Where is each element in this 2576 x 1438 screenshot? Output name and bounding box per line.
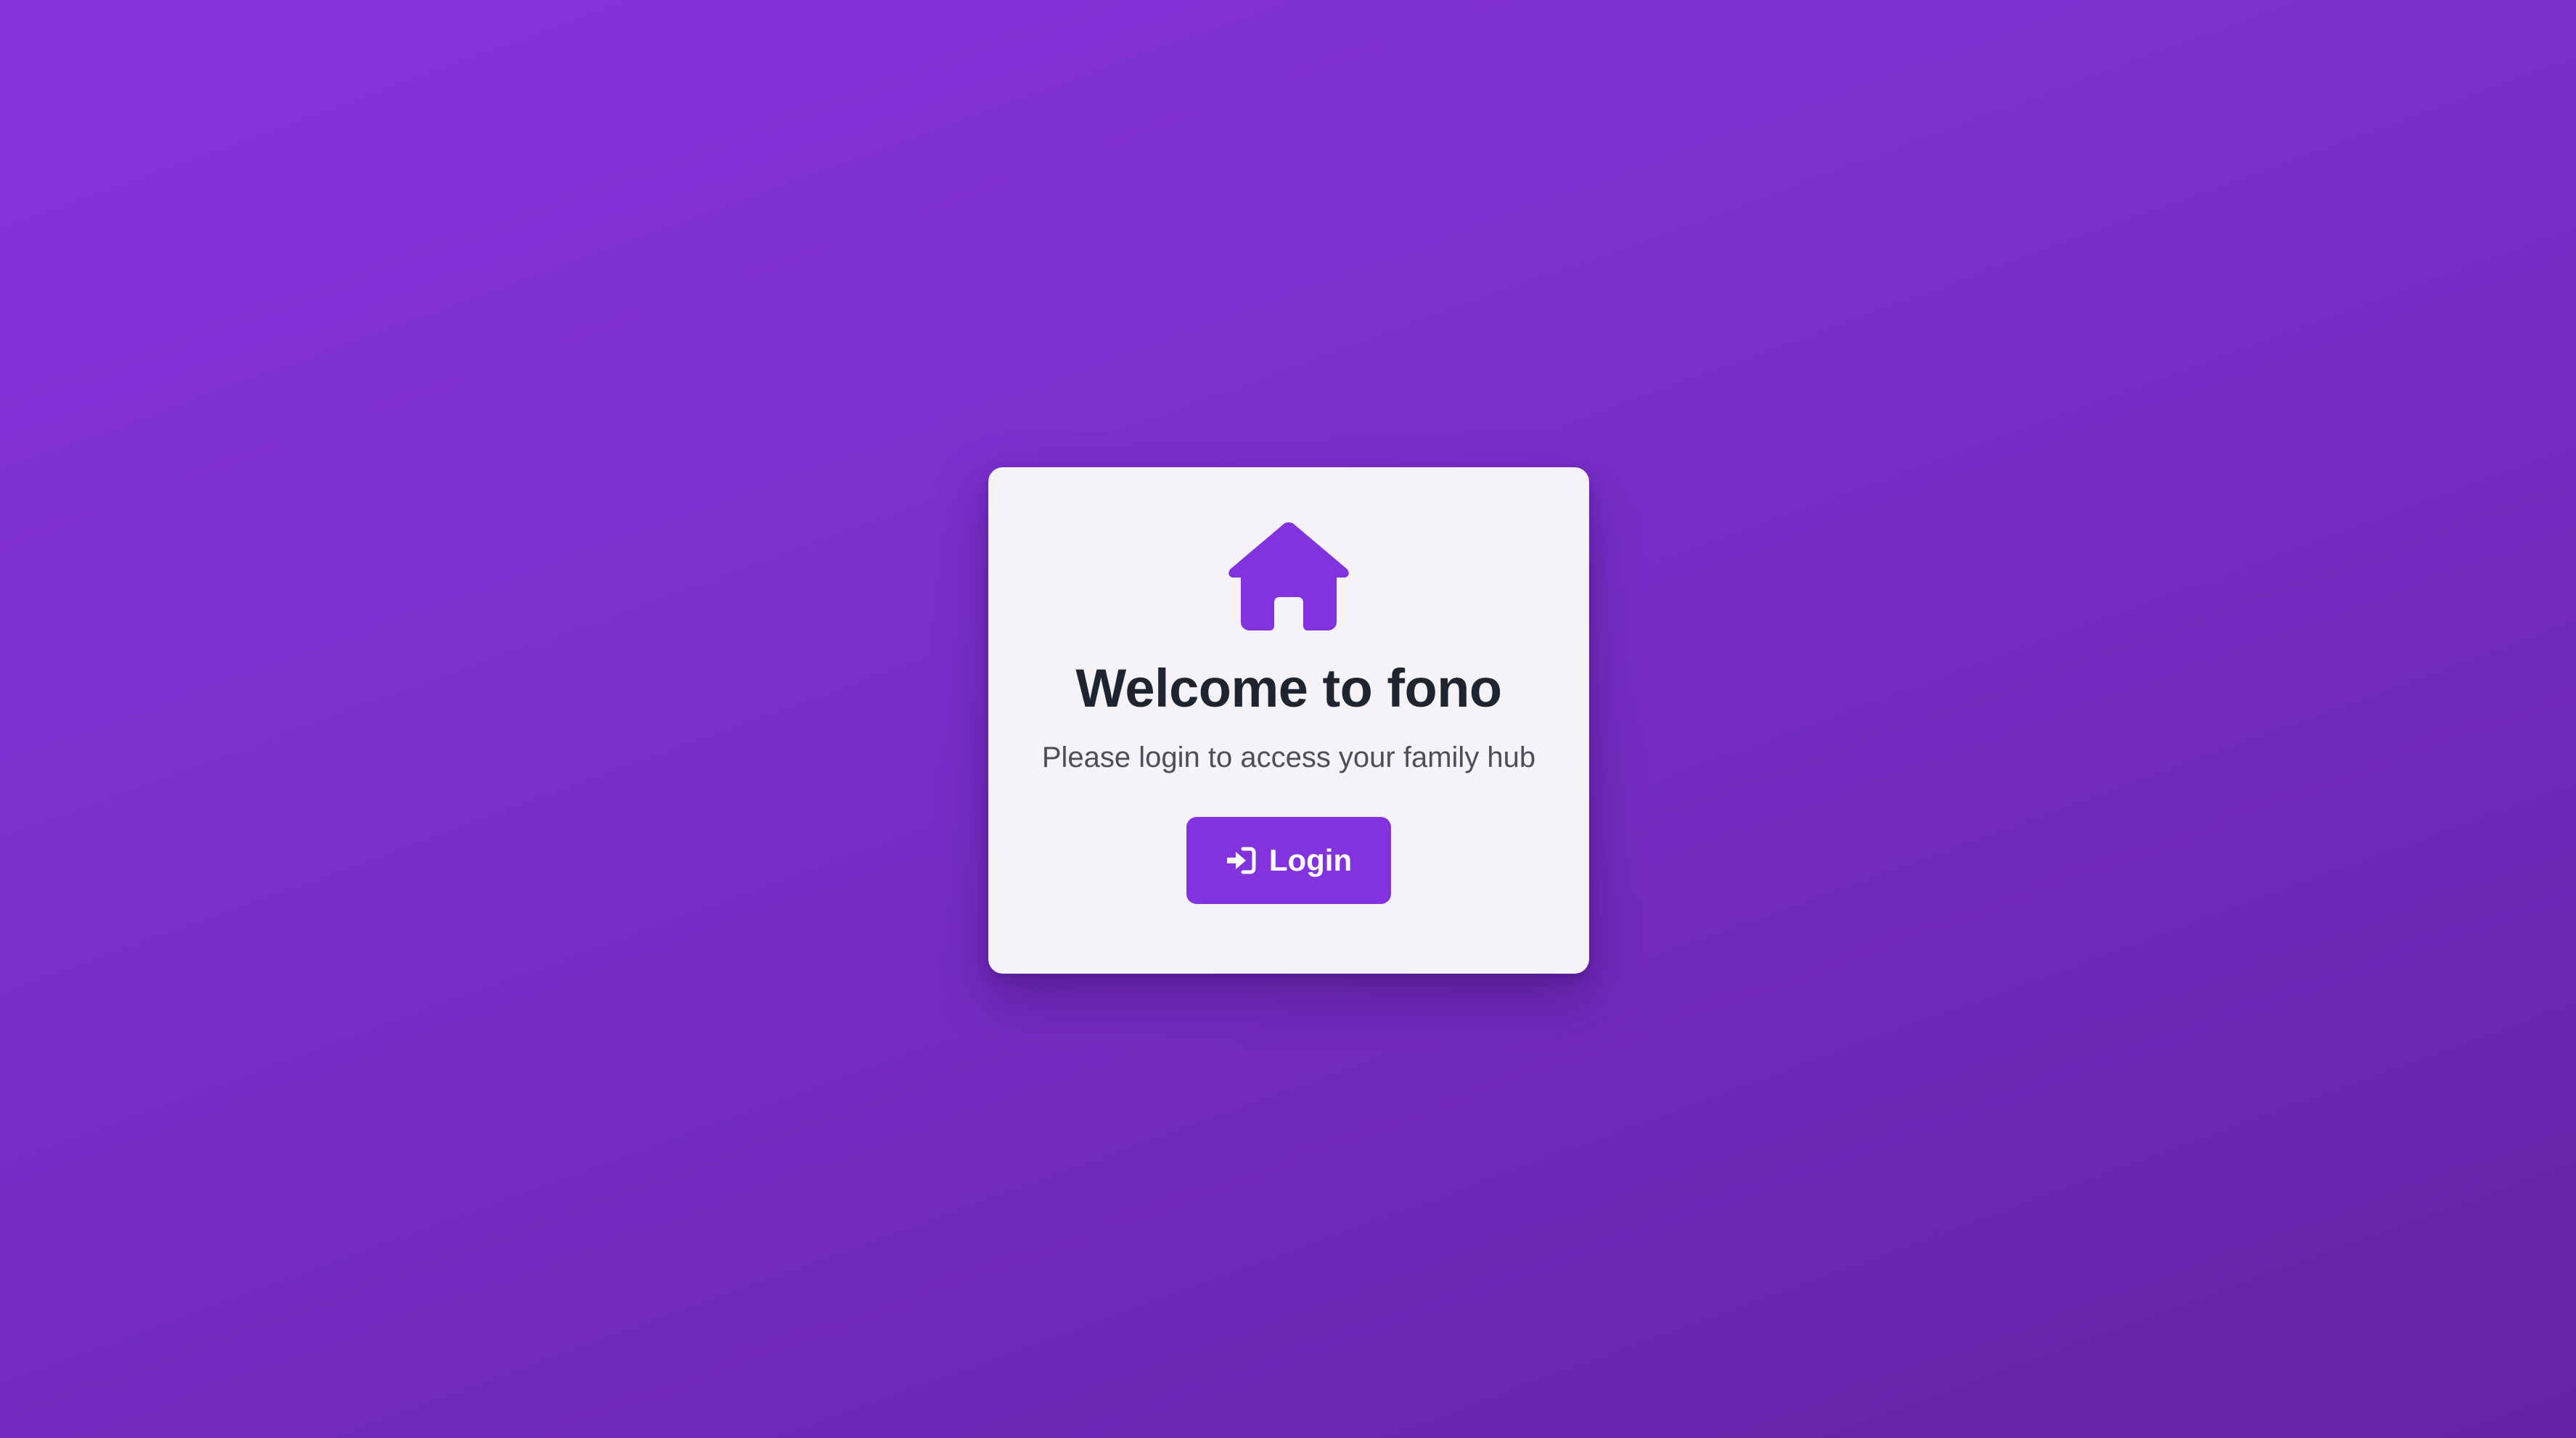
house-icon	[1228, 522, 1349, 630]
page-subtitle: Please login to access your family hub	[1041, 741, 1536, 773]
login-button-label: Login	[1268, 843, 1353, 877]
sign-in-icon	[1226, 847, 1256, 874]
page-title: Welcome to fono	[1075, 658, 1502, 718]
login-card: Welcome to fono Please login to access y…	[988, 467, 1589, 974]
login-button[interactable]: Login	[1186, 817, 1391, 904]
